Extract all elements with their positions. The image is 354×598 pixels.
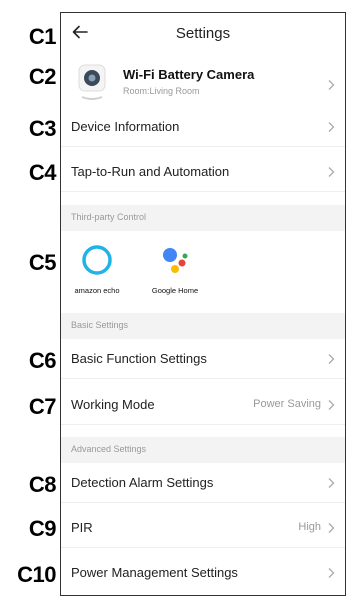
working-mode-row[interactable]: Working Mode Power Saving <box>61 385 345 425</box>
page-title: Settings <box>175 25 231 42</box>
pir-value: High <box>298 521 321 533</box>
amazon-echo-label: amazon echo <box>74 286 120 295</box>
third-party-section-label: Third-party Control <box>71 212 147 222</box>
chevron-right-icon <box>328 478 335 488</box>
callout-c4: C4 <box>28 160 57 185</box>
callout-c6: C6 <box>28 348 57 373</box>
chevron-right-icon <box>328 523 335 533</box>
device-information-row[interactable]: Device Information <box>61 107 345 147</box>
basic-settings-section-header: Basic Settings <box>61 313 345 339</box>
advanced-settings-section-header: Advanced Settings <box>61 437 345 463</box>
amazon-echo-icon <box>82 245 112 275</box>
amazon-echo-tile[interactable]: amazon echo <box>67 243 127 295</box>
power-management-settings-label: Power Management Settings <box>71 565 238 580</box>
google-assistant-icon <box>163 248 188 273</box>
detection-alarm-settings-row[interactable]: Detection Alarm Settings <box>61 463 345 503</box>
chevron-right-icon <box>328 568 335 578</box>
detection-alarm-settings-label: Detection Alarm Settings <box>71 475 214 490</box>
chevron-right-icon <box>328 80 335 90</box>
device-room: Room:Living Room <box>123 86 200 96</box>
power-management-settings-row[interactable]: Power Management Settings <box>61 553 345 593</box>
header-bar: Settings <box>61 13 345 55</box>
callout-c10: C10 <box>17 562 56 587</box>
google-home-label: Google Home <box>151 286 199 295</box>
chevron-right-icon <box>328 122 335 132</box>
third-party-control: amazon echo Google Home <box>61 231 345 315</box>
working-mode-value: Power Saving <box>253 398 321 410</box>
chevron-right-icon <box>328 167 335 177</box>
callout-c2: C2 <box>28 64 57 89</box>
camera-icon <box>78 64 106 100</box>
basic-function-settings-label: Basic Function Settings <box>71 351 207 366</box>
callout-c8: C8 <box>28 472 57 497</box>
callout-c7: C7 <box>28 394 57 419</box>
basic-function-settings-row[interactable]: Basic Function Settings <box>61 339 345 379</box>
pir-label: PIR <box>71 520 93 535</box>
callout-c1: C1 <box>28 24 57 49</box>
device-information-label: Device Information <box>71 119 180 134</box>
tap-to-run-label: Tap-to-Run and Automation <box>71 164 230 179</box>
basic-settings-section-label: Basic Settings <box>71 320 129 330</box>
advanced-settings-section-label: Advanced Settings <box>71 444 147 454</box>
callout-c3: C3 <box>28 116 57 141</box>
chevron-right-icon <box>328 400 335 410</box>
chevron-right-icon <box>328 354 335 364</box>
working-mode-label: Working Mode <box>71 397 155 412</box>
pir-row[interactable]: PIR High <box>61 508 345 548</box>
google-home-tile[interactable]: Google Home <box>145 243 205 295</box>
callout-c9: C9 <box>28 516 57 541</box>
device-name: Wi-Fi Battery Camera <box>123 67 255 82</box>
callout-c5: C5 <box>28 250 57 275</box>
tap-to-run-row[interactable]: Tap-to-Run and Automation <box>61 152 345 192</box>
third-party-section-header: Third-party Control <box>61 205 345 231</box>
settings-screen: Settings Wi-Fi Battery Camera Room:Livin… <box>60 12 346 596</box>
